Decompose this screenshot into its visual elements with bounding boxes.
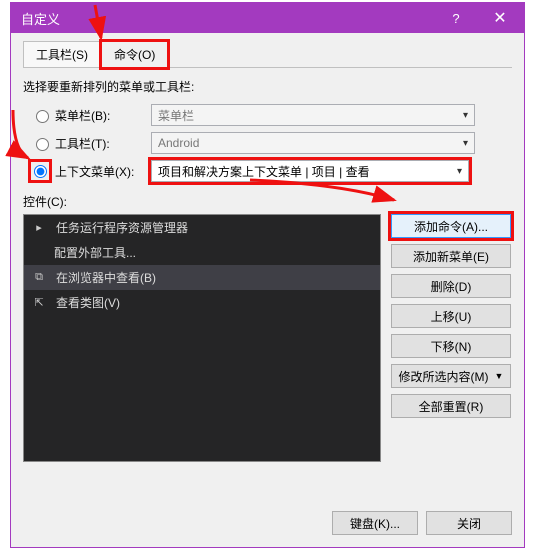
close-button[interactable]: ✕ <box>478 4 522 32</box>
list-item-label: 查看类图(V) <box>56 294 120 311</box>
rearrange-label: 选择要重新排列的菜单或工具栏: <box>23 78 512 95</box>
add-command-button[interactable]: 添加命令(A)... <box>391 214 511 238</box>
list-item[interactable]: ▸ 任务运行程序资源管理器 <box>24 215 380 240</box>
help-button[interactable]: ? <box>434 4 478 32</box>
chevron-down-icon: ▾ <box>457 166 462 177</box>
controls-list[interactable]: ▸ 任务运行程序资源管理器 配置外部工具... ⧉ 在浏览器中查看(B) ⇱ 查… <box>23 214 381 462</box>
move-down-button[interactable]: 下移(N) <box>391 334 511 358</box>
list-item[interactable]: ⧉ 在浏览器中查看(B) <box>24 265 380 290</box>
radio-toolbar-label: 工具栏(T): <box>55 135 151 152</box>
delete-button[interactable]: 删除(D) <box>391 274 511 298</box>
radio-context-label: 上下文菜单(X): <box>55 163 151 180</box>
tab-toolbar[interactable]: 工具栏(S) <box>23 41 101 68</box>
radio-toolbar[interactable] <box>36 138 49 151</box>
chevron-down-icon: ▾ <box>463 110 468 121</box>
main-row: ▸ 任务运行程序资源管理器 配置外部工具... ⧉ 在浏览器中查看(B) ⇱ 查… <box>23 214 512 501</box>
browser-icon: ⧉ <box>32 271 46 284</box>
list-item-label: 任务运行程序资源管理器 <box>56 219 188 236</box>
customize-dialog: 自定义 ? ✕ 工具栏(S) 命令(O) 选择要重新排列的菜单或工具栏: 菜单栏… <box>10 2 525 548</box>
tab-commands[interactable]: 命令(O) <box>101 41 168 68</box>
side-buttons: 添加命令(A)... 添加新菜单(E) 删除(D) 上移(U) 下移(N) 修改… <box>391 214 511 501</box>
list-item-label: 在浏览器中查看(B) <box>56 269 156 286</box>
toolbar-dropdown[interactable]: Android ▾ <box>151 132 475 154</box>
radio-menubar-label: 菜单栏(B): <box>55 107 151 124</box>
list-item[interactable]: ⇱ 查看类图(V) <box>24 290 380 315</box>
menubar-dropdown[interactable]: 菜单栏 ▾ <box>151 104 475 126</box>
add-menu-button[interactable]: 添加新菜单(E) <box>391 244 511 268</box>
radio-menubar-row: 菜单栏(B): 菜单栏 ▾ <box>31 104 512 126</box>
move-up-button[interactable]: 上移(U) <box>391 304 511 328</box>
dialog-content: 工具栏(S) 命令(O) 选择要重新排列的菜单或工具栏: 菜单栏(B): 菜单栏… <box>11 33 524 547</box>
chevron-down-icon: ▼ <box>495 371 504 381</box>
modify-selection-button[interactable]: 修改所选内容(M) ▼ <box>391 364 511 388</box>
list-item[interactable]: 配置外部工具... <box>24 240 380 265</box>
submenu-icon: ▸ <box>32 221 46 234</box>
list-item-label: 配置外部工具... <box>54 244 136 261</box>
radio-toolbar-row: 工具栏(T): Android ▾ <box>31 132 512 154</box>
controls-label: 控件(C): <box>23 193 512 210</box>
keyboard-button[interactable]: 键盘(K)... <box>332 511 418 535</box>
window-title: 自定义 <box>21 9 434 28</box>
titlebar: 自定义 ? ✕ <box>11 3 524 33</box>
chevron-down-icon: ▾ <box>463 138 468 149</box>
tabstrip: 工具栏(S) 命令(O) <box>23 41 512 68</box>
dialog-footer: 键盘(K)... 关闭 <box>23 501 512 535</box>
classview-icon: ⇱ <box>32 296 46 309</box>
radio-context-row: 上下文菜单(X): 项目和解决方案上下文菜单 | 项目 | 查看 ▾ <box>31 160 512 182</box>
radio-menubar[interactable] <box>36 110 49 123</box>
context-dropdown[interactable]: 项目和解决方案上下文菜单 | 项目 | 查看 ▾ <box>151 160 469 182</box>
reset-all-button[interactable]: 全部重置(R) <box>391 394 511 418</box>
close-dialog-button[interactable]: 关闭 <box>426 511 512 535</box>
radio-context[interactable] <box>34 165 47 178</box>
